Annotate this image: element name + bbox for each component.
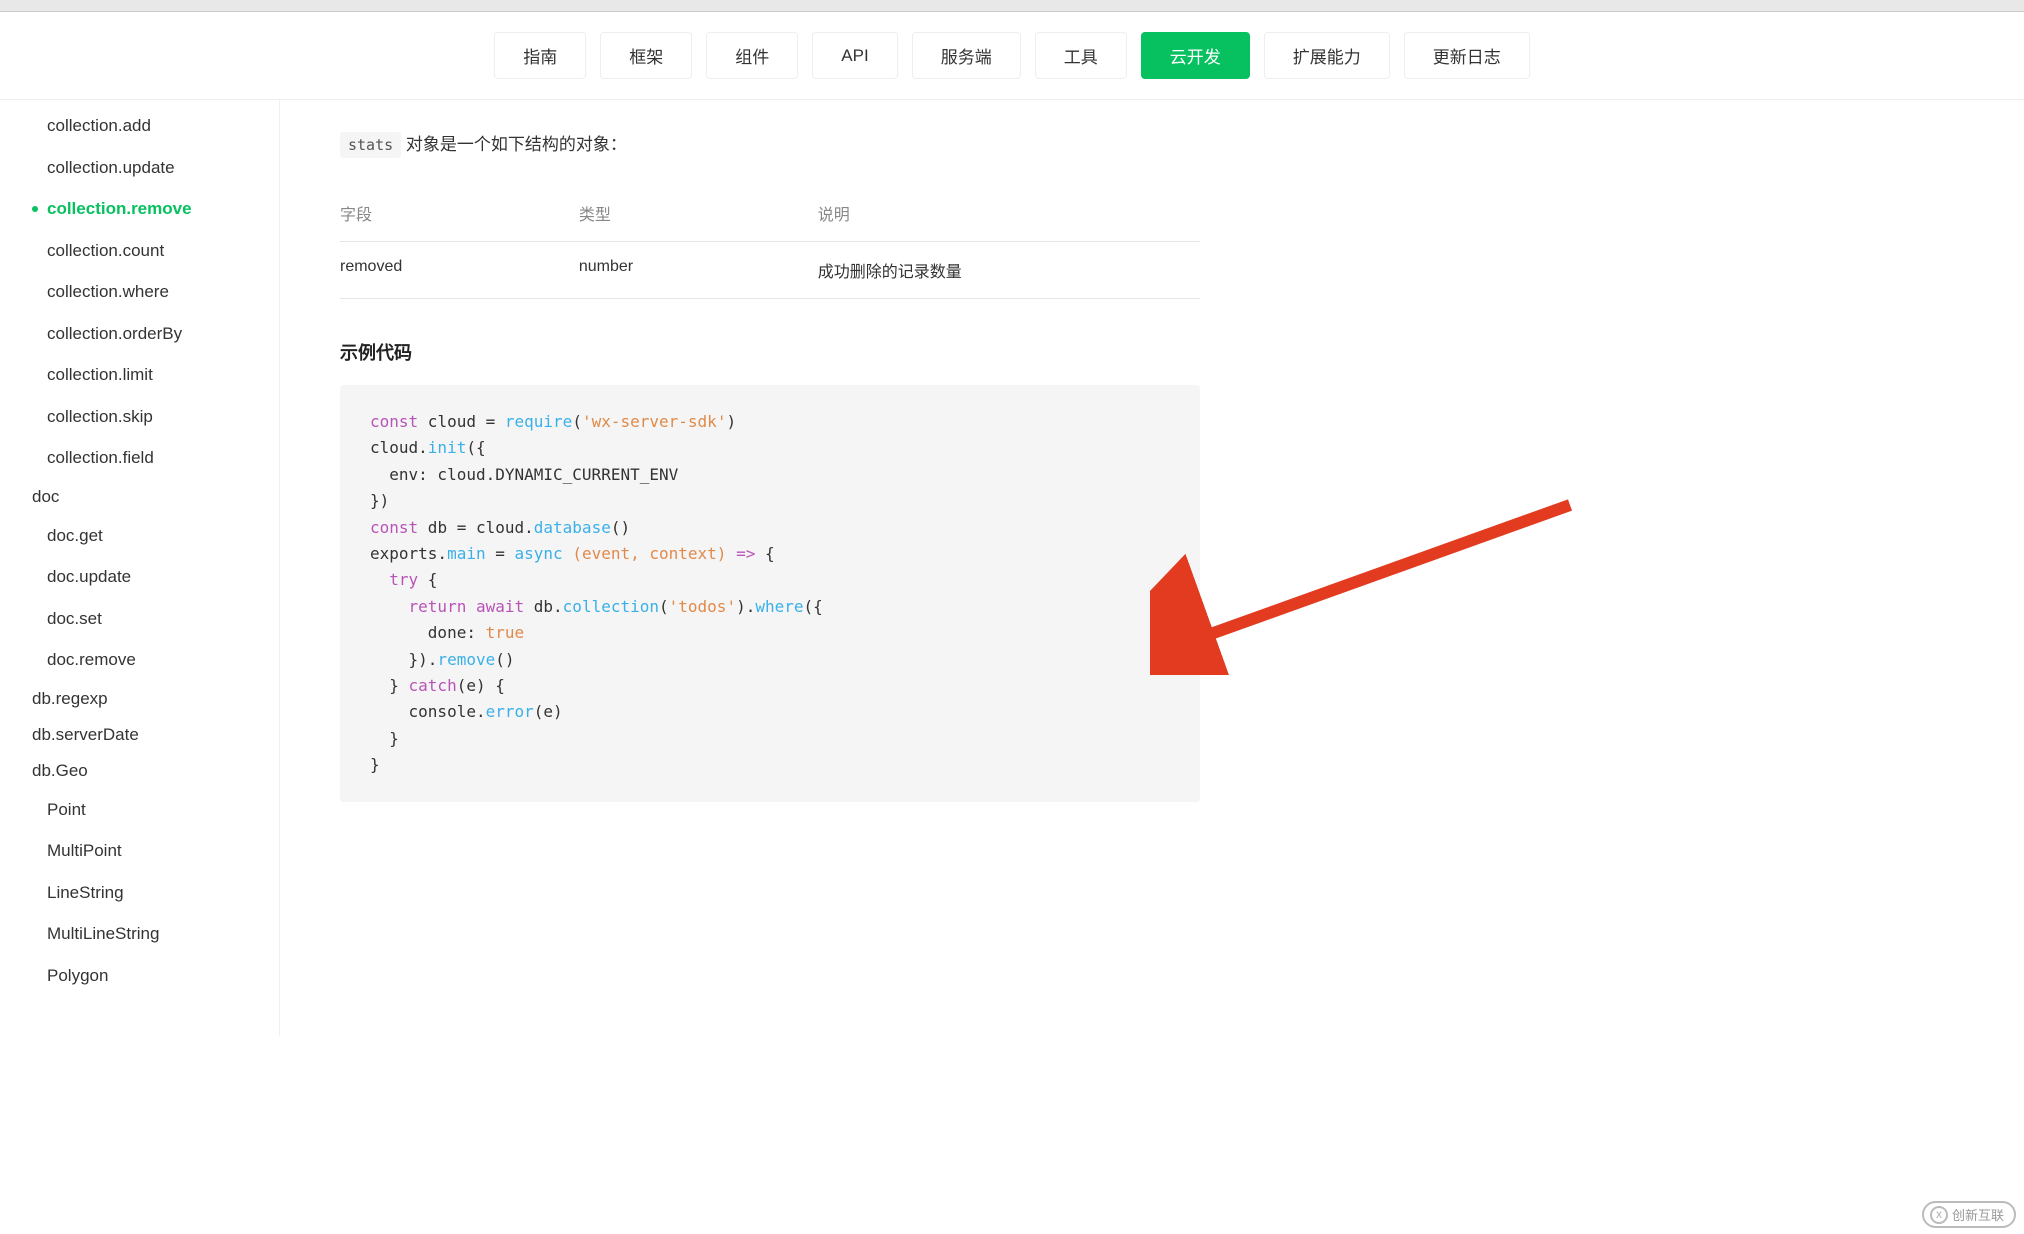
sidebar: collection.addcollection.updatecollectio… bbox=[0, 100, 280, 1036]
table-header: 字段 类型 说明 bbox=[340, 185, 1200, 242]
sidebar-item[interactable]: collection.add bbox=[32, 105, 279, 147]
td-type: number bbox=[579, 258, 818, 282]
nav-item-5[interactable]: 工具 bbox=[1035, 32, 1127, 79]
code-example: const cloud = require('wx-server-sdk') c… bbox=[340, 385, 1200, 802]
sidebar-item[interactable]: Polygon bbox=[32, 955, 279, 997]
table-row: removed number 成功删除的记录数量 bbox=[340, 242, 1200, 299]
sidebar-item[interactable]: db.serverDate bbox=[32, 717, 279, 753]
nav-item-2[interactable]: 组件 bbox=[706, 32, 798, 79]
window-topbar bbox=[0, 0, 2024, 12]
sidebar-item[interactable]: MultiPoint bbox=[32, 830, 279, 872]
sidebar-item[interactable]: LineString bbox=[32, 872, 279, 914]
nav-item-0[interactable]: 指南 bbox=[494, 32, 586, 79]
sidebar-group-doc[interactable]: doc bbox=[32, 479, 279, 515]
stats-table: 字段 类型 说明 removed number 成功删除的记录数量 bbox=[340, 185, 1200, 299]
sidebar-item[interactable]: collection.field bbox=[32, 437, 279, 479]
nav-item-6[interactable]: 云开发 bbox=[1141, 32, 1250, 79]
nav-item-4[interactable]: 服务端 bbox=[912, 32, 1021, 79]
td-desc: 成功删除的记录数量 bbox=[818, 258, 1200, 282]
stats-description: stats 对象是一个如下结构的对象： bbox=[340, 130, 1200, 155]
nav-item-1[interactable]: 框架 bbox=[600, 32, 692, 79]
main-nav: 指南框架组件 API 服务端工具云开发扩展能力更新日志 bbox=[0, 12, 2024, 100]
sidebar-item[interactable]: collection.remove bbox=[32, 188, 279, 230]
th-type: 类型 bbox=[579, 201, 818, 225]
watermark: X 创新互联 bbox=[1922, 1201, 2016, 1228]
td-field: removed bbox=[340, 258, 579, 282]
sidebar-item[interactable]: db.regexp bbox=[32, 681, 279, 717]
sidebar-item[interactable]: collection.limit bbox=[32, 354, 279, 396]
sidebar-item[interactable]: collection.where bbox=[32, 271, 279, 313]
sidebar-item[interactable]: collection.skip bbox=[32, 396, 279, 438]
sidebar-item[interactable]: doc.set bbox=[32, 598, 279, 640]
sidebar-item[interactable]: doc.remove bbox=[32, 639, 279, 681]
th-desc: 说明 bbox=[818, 201, 1200, 225]
stats-pill: stats bbox=[340, 132, 401, 158]
section-title-example: 示例代码 bbox=[340, 339, 1200, 365]
watermark-text: 创新互联 bbox=[1952, 1205, 2004, 1224]
sidebar-item[interactable]: doc.get bbox=[32, 515, 279, 557]
nav-item-7[interactable]: 扩展能力 bbox=[1264, 32, 1390, 79]
sidebar-item[interactable]: MultiLineString bbox=[32, 913, 279, 955]
annotation-arrow bbox=[1150, 495, 1580, 675]
main-content: stats 对象是一个如下结构的对象： 字段 类型 说明 removed num… bbox=[280, 100, 1260, 1036]
watermark-icon: X bbox=[1930, 1206, 1948, 1224]
sidebar-item[interactable]: collection.orderBy bbox=[32, 313, 279, 355]
sidebar-item[interactable]: doc.update bbox=[32, 556, 279, 598]
nav-item-3[interactable]: API bbox=[812, 32, 897, 79]
sidebar-item[interactable]: Point bbox=[32, 789, 279, 831]
nav-item-8[interactable]: 更新日志 bbox=[1404, 32, 1530, 79]
sidebar-item[interactable]: collection.count bbox=[32, 230, 279, 272]
sidebar-item[interactable]: db.Geo bbox=[32, 753, 279, 789]
sidebar-item[interactable]: collection.update bbox=[32, 147, 279, 189]
th-field: 字段 bbox=[340, 201, 579, 225]
